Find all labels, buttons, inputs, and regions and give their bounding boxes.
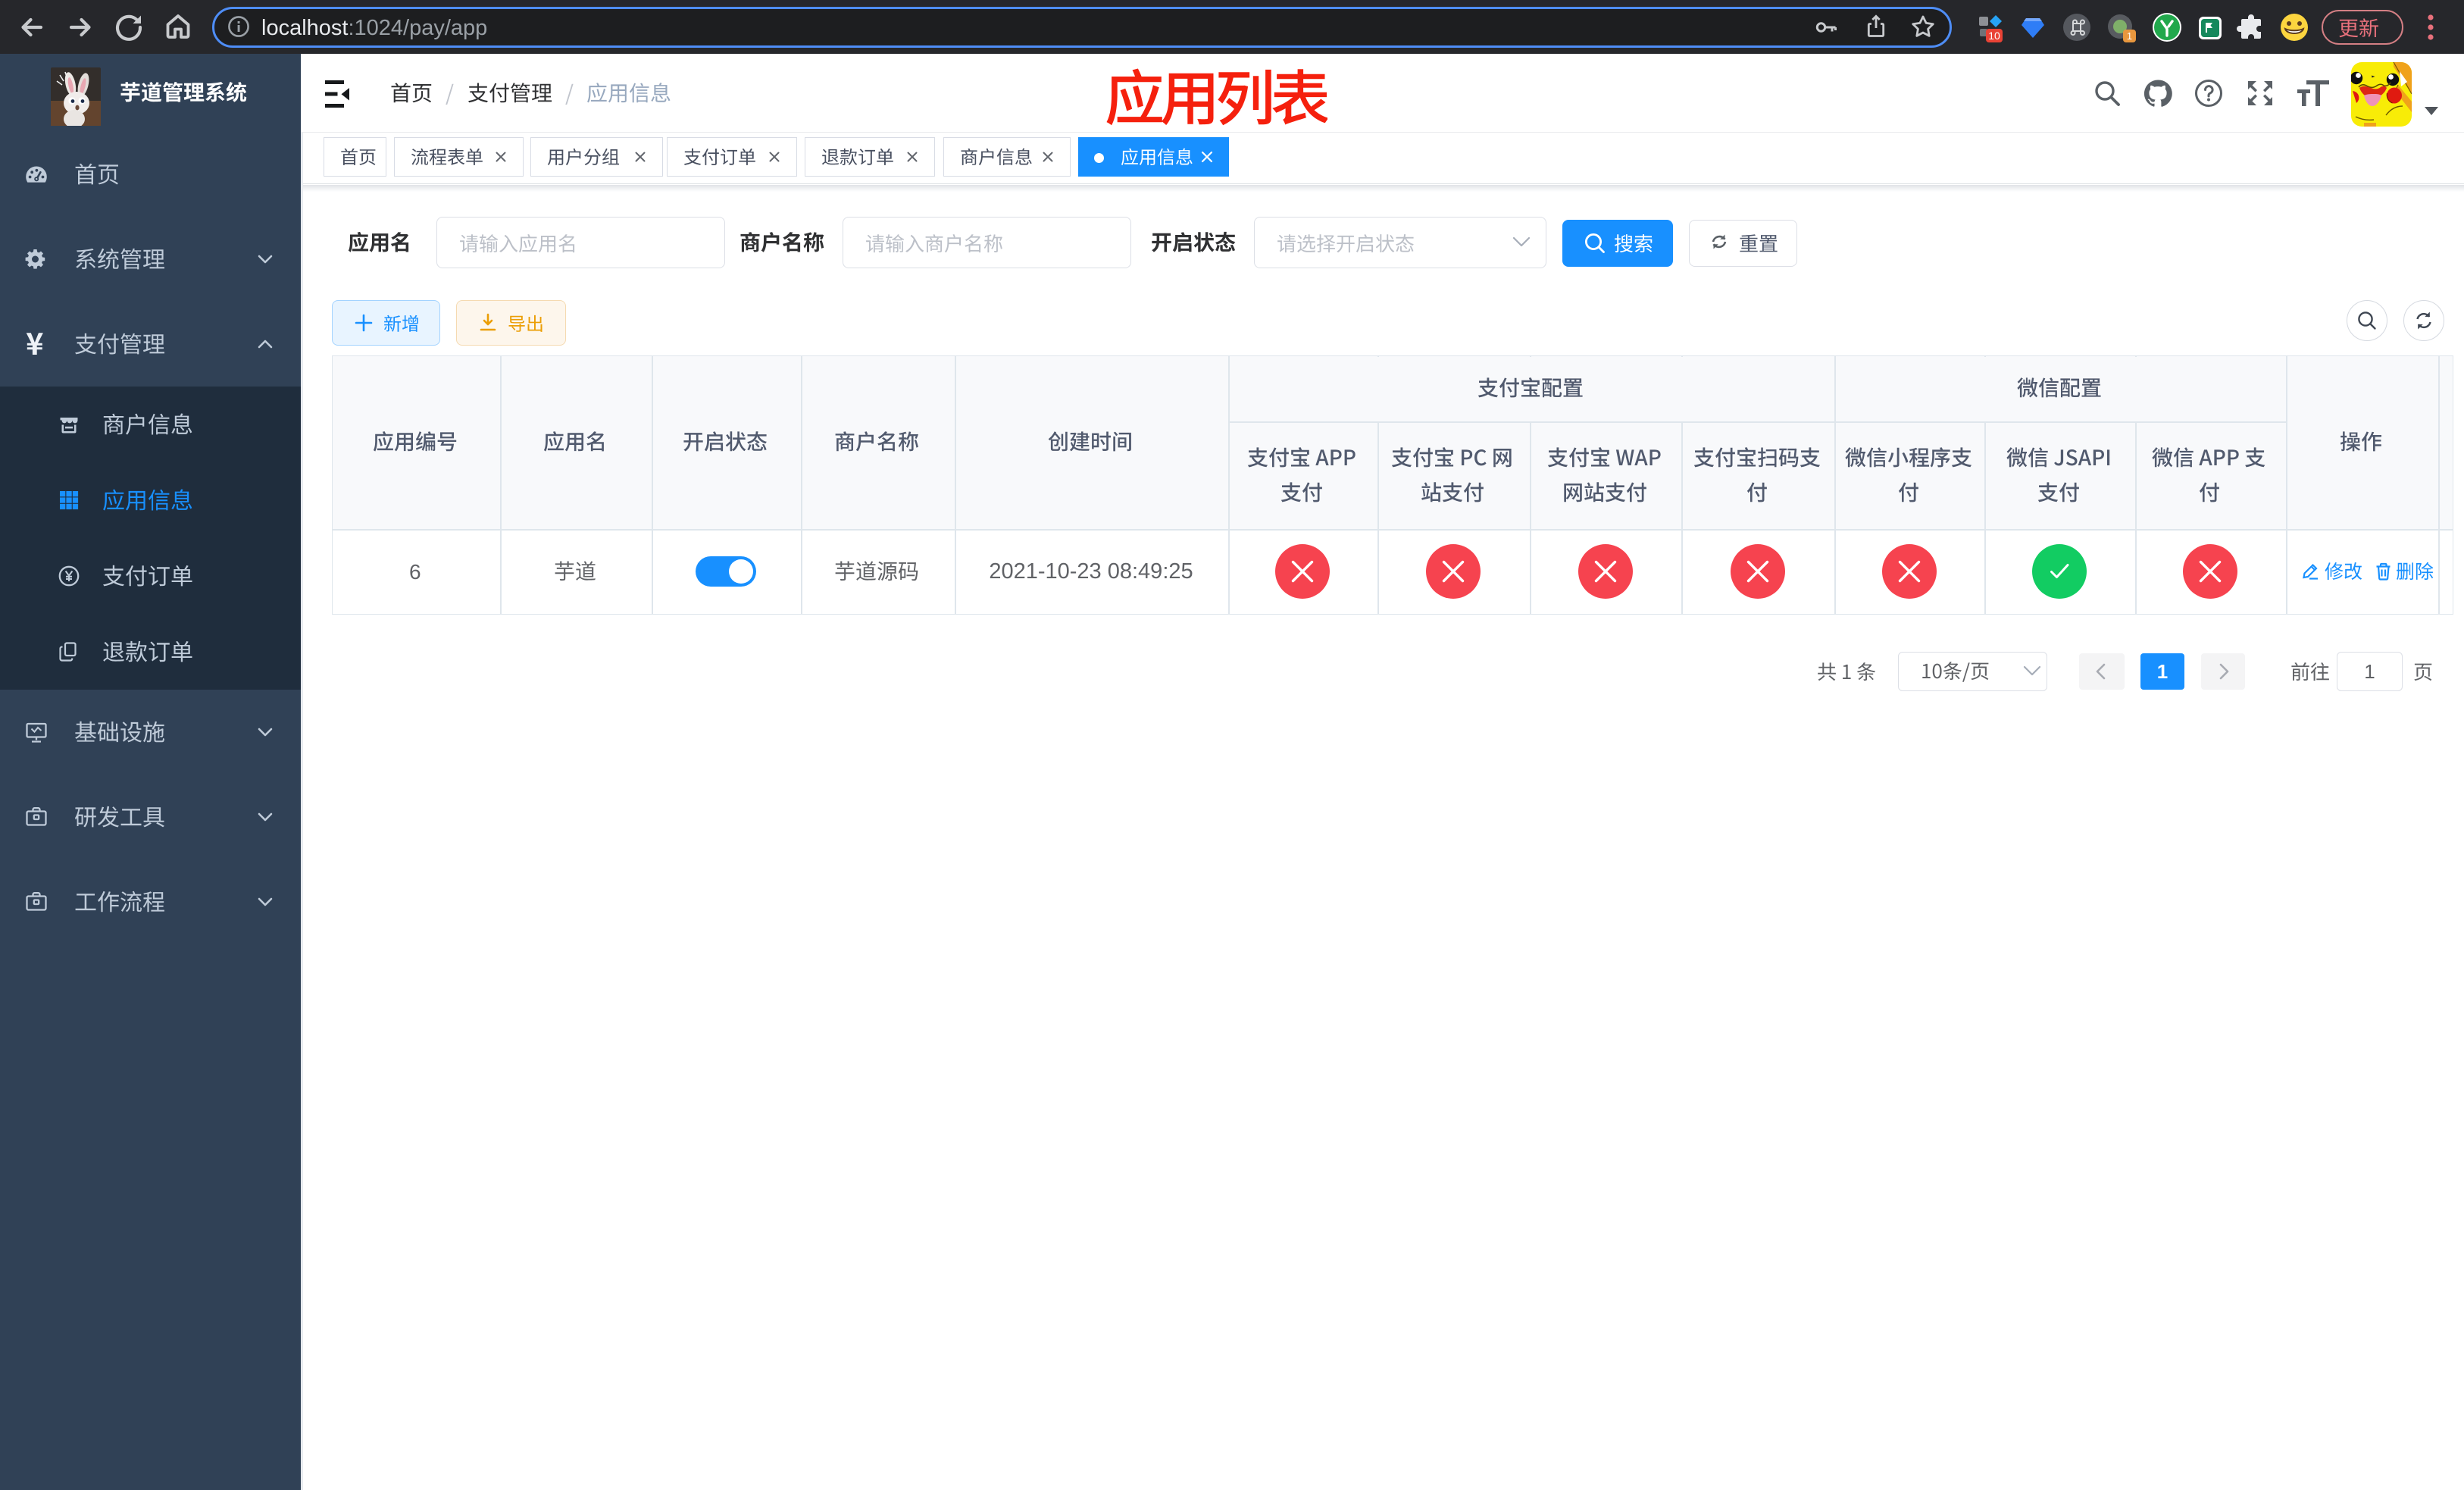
svg-text:10: 10 xyxy=(1988,30,2000,42)
svg-text:1: 1 xyxy=(2127,30,2132,42)
